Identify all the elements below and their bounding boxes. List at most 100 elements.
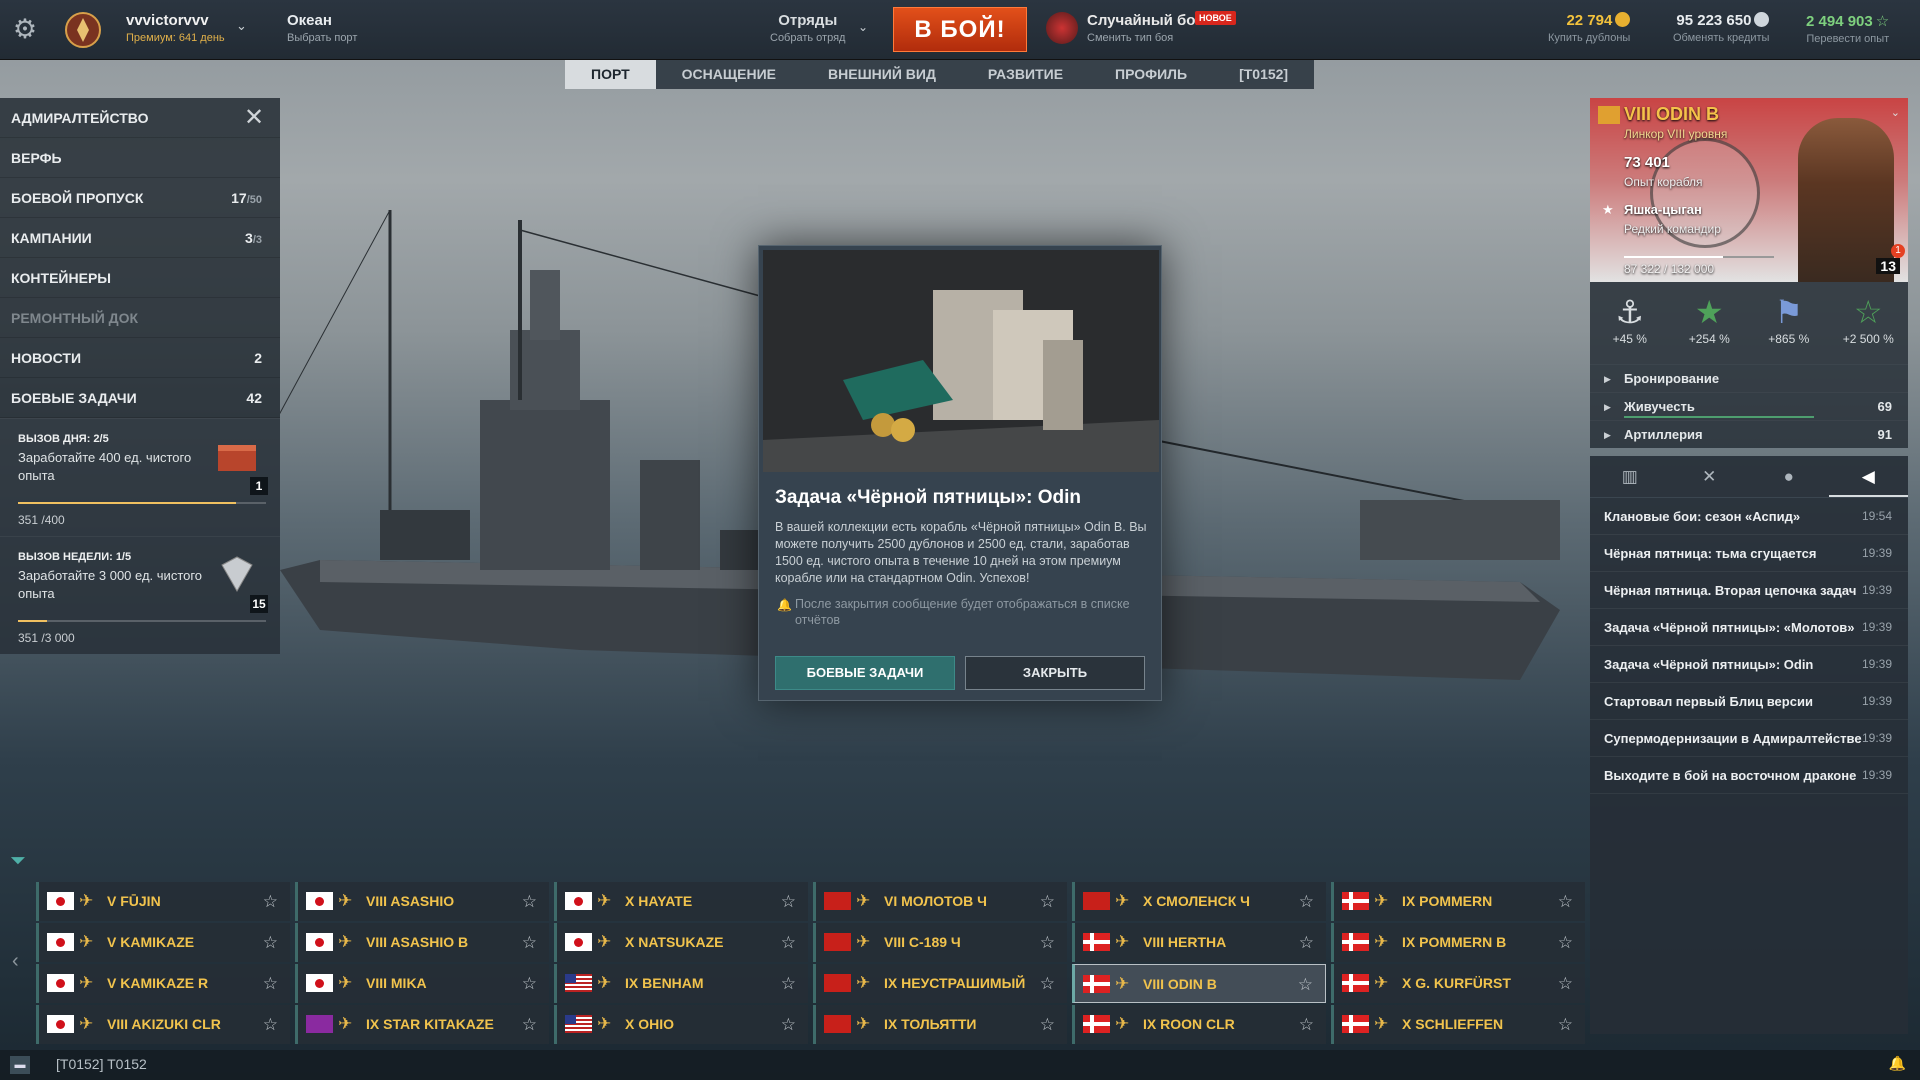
battle-mode-selector[interactable]: Случайный бой Сменить тип боя xyxy=(1087,12,1205,44)
star-outline-icon[interactable]: ☆ xyxy=(1040,923,1055,962)
menu-tasks[interactable]: БОЕВЫЕ ЗАДАЧИ 42 xyxy=(0,378,280,418)
ship-card-item[interactable]: ✈ IX ТОЛЬЯТТИ ☆ xyxy=(813,1005,1067,1044)
tab-appearance[interactable]: ВНЕШНИЙ ВИД xyxy=(802,60,962,89)
star-outline-icon[interactable]: ☆ xyxy=(263,1005,278,1044)
star-outline-icon[interactable]: ☆ xyxy=(522,882,537,921)
battle-button[interactable]: В БОЙ! xyxy=(893,7,1027,52)
tab-port[interactable]: ПОРТ xyxy=(565,60,656,89)
star-outline-icon[interactable]: ☆ xyxy=(522,1005,537,1044)
bonus-free-xp[interactable]: ☆ +2 500 % xyxy=(1838,292,1898,364)
menu-shipyard[interactable]: ВЕРФЬ xyxy=(0,138,280,178)
ship-card-item[interactable]: ✈ V KAMIKAZE ☆ xyxy=(36,923,290,962)
chevron-down-icon[interactable]: ⌄ xyxy=(1891,106,1900,119)
star-outline-icon[interactable]: ☆ xyxy=(1040,1005,1055,1044)
doubloons[interactable]: 22 794 Купить дублоны xyxy=(1548,12,1631,44)
ship-card-item[interactable]: ✈ X OHIO ☆ xyxy=(554,1005,808,1044)
ship-card-item[interactable]: ✈ X СМОЛЕНСК Ч ☆ xyxy=(1072,882,1326,921)
daily-challenge[interactable]: ВЫЗОВ ДНЯ: 2/5 Заработайте 400 ед. чисто… xyxy=(0,418,280,536)
star-outline-icon[interactable]: ☆ xyxy=(1558,964,1573,1003)
menu-drydock[interactable]: РЕМОНТНЫЙ ДОК xyxy=(0,298,280,338)
close-button[interactable]: ЗАКРЫТЬ xyxy=(965,656,1145,690)
news-item[interactable]: Супермодернизации в Адмиралтействе 19:39 xyxy=(1590,720,1908,757)
star-outline-icon[interactable]: ☆ xyxy=(1040,964,1055,1003)
news-item[interactable]: Чёрная пятница: тьма сгущается 19:39 xyxy=(1590,535,1908,572)
star-outline-icon[interactable]: ☆ xyxy=(1299,923,1314,962)
star-outline-icon[interactable]: ☆ xyxy=(1298,965,1313,1004)
ship-card-item[interactable]: ✈ V KAMIKAZE R ☆ xyxy=(36,964,290,1003)
notification-bell-icon[interactable]: 🔔 xyxy=(1889,1055,1906,1072)
news-item[interactable]: Выходите в бой на восточном драконе 19:39 xyxy=(1590,757,1908,794)
star-outline-icon[interactable]: ☆ xyxy=(781,1005,796,1044)
bonus-commander-xp[interactable]: ⚑ +865 % xyxy=(1759,292,1819,364)
star-outline-icon[interactable]: ☆ xyxy=(263,964,278,1003)
stat-armor[interactable]: ▶ Бронирование xyxy=(1590,364,1908,392)
star-outline-icon[interactable]: ☆ xyxy=(781,882,796,921)
stat-artillery[interactable]: ▶ Артиллерия 91 xyxy=(1590,420,1908,448)
star-outline-icon[interactable]: ☆ xyxy=(522,923,537,962)
chevron-left-icon[interactable]: ‹ xyxy=(12,950,19,973)
menu-battlepass[interactable]: БОЕВОЙ ПРОПУСК 17/50 xyxy=(0,178,280,218)
bonus-xp[interactable]: ★ +254 % xyxy=(1679,292,1739,364)
credits[interactable]: 95 223 650 Обменять кредиты xyxy=(1673,12,1770,44)
star-outline-icon[interactable]: ☆ xyxy=(1299,882,1314,921)
settings-gear-icon[interactable]: ⚙ xyxy=(10,14,40,44)
star-outline-icon[interactable]: ☆ xyxy=(1558,1005,1573,1044)
port-selector[interactable]: Океан Выбрать порт xyxy=(287,12,357,44)
ship-card-item[interactable]: ✈ IX POMMERN B ☆ xyxy=(1331,923,1585,962)
clan-tag[interactable]: [T0152] T0152 xyxy=(56,1056,147,1072)
battle-mode-icon[interactable] xyxy=(1046,12,1078,44)
ship-card-item[interactable]: ✈ V FŪJIN ☆ xyxy=(36,882,290,921)
star-outline-icon[interactable]: ☆ xyxy=(1299,1005,1314,1044)
stat-survivability[interactable]: ▶ Живучесть 69 xyxy=(1590,392,1908,420)
player-emblem-icon[interactable] xyxy=(62,8,104,52)
ship-card-item[interactable]: ✈ IX ROON CLR ☆ xyxy=(1072,1005,1326,1044)
ship-card-item[interactable]: ✈ VI МОЛОТОВ Ч ☆ xyxy=(813,882,1067,921)
filter-icon[interactable]: ⏷ xyxy=(10,850,32,872)
tab-profile[interactable]: ПРОФИЛЬ xyxy=(1089,60,1213,89)
globe-icon[interactable]: ● xyxy=(1749,456,1829,497)
chat-icon[interactable]: ▬ xyxy=(10,1056,30,1074)
star-outline-icon[interactable]: ☆ xyxy=(263,882,278,921)
star-outline-icon[interactable]: ☆ xyxy=(1558,882,1573,921)
megaphone-icon[interactable]: ◀ xyxy=(1828,456,1908,497)
ship-card-item[interactable]: ✈ IX POMMERN ☆ xyxy=(1331,882,1585,921)
tab-development[interactable]: РАЗВИТИЕ xyxy=(962,60,1089,89)
star-outline-icon[interactable]: ☆ xyxy=(1040,882,1055,921)
star-outline-icon[interactable]: ☆ xyxy=(781,964,796,1003)
player-info[interactable]: vvvictorvvv Премиум: 641 день xyxy=(126,12,225,44)
ship-card-item[interactable]: ✈ VIII MIKA ☆ xyxy=(295,964,549,1003)
ship-card-item[interactable]: ✈ VIII ODIN B ☆ xyxy=(1072,964,1327,1004)
menu-campaigns[interactable]: КАМПАНИИ 3/3 xyxy=(0,218,280,258)
ship-card-item[interactable]: ✈ IX НЕУСТРАШИМЫЙ ☆ xyxy=(813,964,1067,1003)
ship-card-item[interactable]: ✈ IX STAR KITAKAZE ☆ xyxy=(295,1005,549,1044)
chevron-down-icon[interactable]: ⌄ xyxy=(236,18,247,34)
crossed-swords-icon[interactable]: ✕ xyxy=(1670,456,1750,497)
ship-card-item[interactable]: ✈ X HAYATE ☆ xyxy=(554,882,808,921)
ship-card-item[interactable]: ✈ IX BENHAM ☆ xyxy=(554,964,808,1003)
ship-card-item[interactable]: ✈ VIII AKIZUKI CLR ☆ xyxy=(36,1005,290,1044)
news-item[interactable]: Стартовал первый Блиц версии 19:39 xyxy=(1590,683,1908,720)
ship-card-item[interactable]: ✈ X SCHLIEFFEN ☆ xyxy=(1331,1005,1585,1044)
ship-card-item[interactable]: ✈ VIII С-189 Ч ☆ xyxy=(813,923,1067,962)
ship-card-item[interactable]: ✈ VIII ASASHIO ☆ xyxy=(295,882,549,921)
division-selector[interactable]: Отряды Собрать отряд xyxy=(770,12,845,44)
tasks-button[interactable]: БОЕВЫЕ ЗАДАЧИ xyxy=(775,656,955,690)
news-item[interactable]: Чёрная пятница. Вторая цепочка задач 19:3… xyxy=(1590,572,1908,609)
ship-card-item[interactable]: ✈ X G. KURFÜRST ☆ xyxy=(1331,964,1586,1003)
menu-admiralty[interactable]: АДМИРАЛТЕЙСТВО ✕ xyxy=(0,98,280,138)
star-outline-icon[interactable]: ☆ xyxy=(1558,923,1573,962)
tab-equipment[interactable]: ОСНАЩЕНИЕ xyxy=(656,60,802,89)
news-item[interactable]: Клановые бои: сезон «Аспид» 19:54 xyxy=(1590,498,1908,535)
star-outline-icon[interactable]: ☆ xyxy=(522,964,537,1003)
ship-card-item[interactable]: ✈ VIII HERTHA ☆ xyxy=(1072,923,1326,962)
ship-card-item[interactable]: ✈ X NATSUKAZE ☆ xyxy=(554,923,808,962)
free-xp[interactable]: 2 494 903 ☆ Перевести опыт xyxy=(1806,12,1889,45)
ship-card-item[interactable]: ✈ VIII ASASHIO B ☆ xyxy=(295,923,549,962)
stats-chart-icon[interactable]: ▥ xyxy=(1590,456,1670,497)
menu-news[interactable]: НОВОСТИ 2 xyxy=(0,338,280,378)
news-item[interactable]: Задача «Чёрной пятницы»: «Молотов» 19:39 xyxy=(1590,609,1908,646)
news-item[interactable]: Задача «Чёрной пятницы»: Odin 19:39 xyxy=(1590,646,1908,683)
menu-containers[interactable]: КОНТЕЙНЕРЫ xyxy=(0,258,280,298)
star-outline-icon[interactable]: ☆ xyxy=(781,923,796,962)
bonus-credits[interactable]: ⚓ +45 % xyxy=(1600,292,1660,364)
